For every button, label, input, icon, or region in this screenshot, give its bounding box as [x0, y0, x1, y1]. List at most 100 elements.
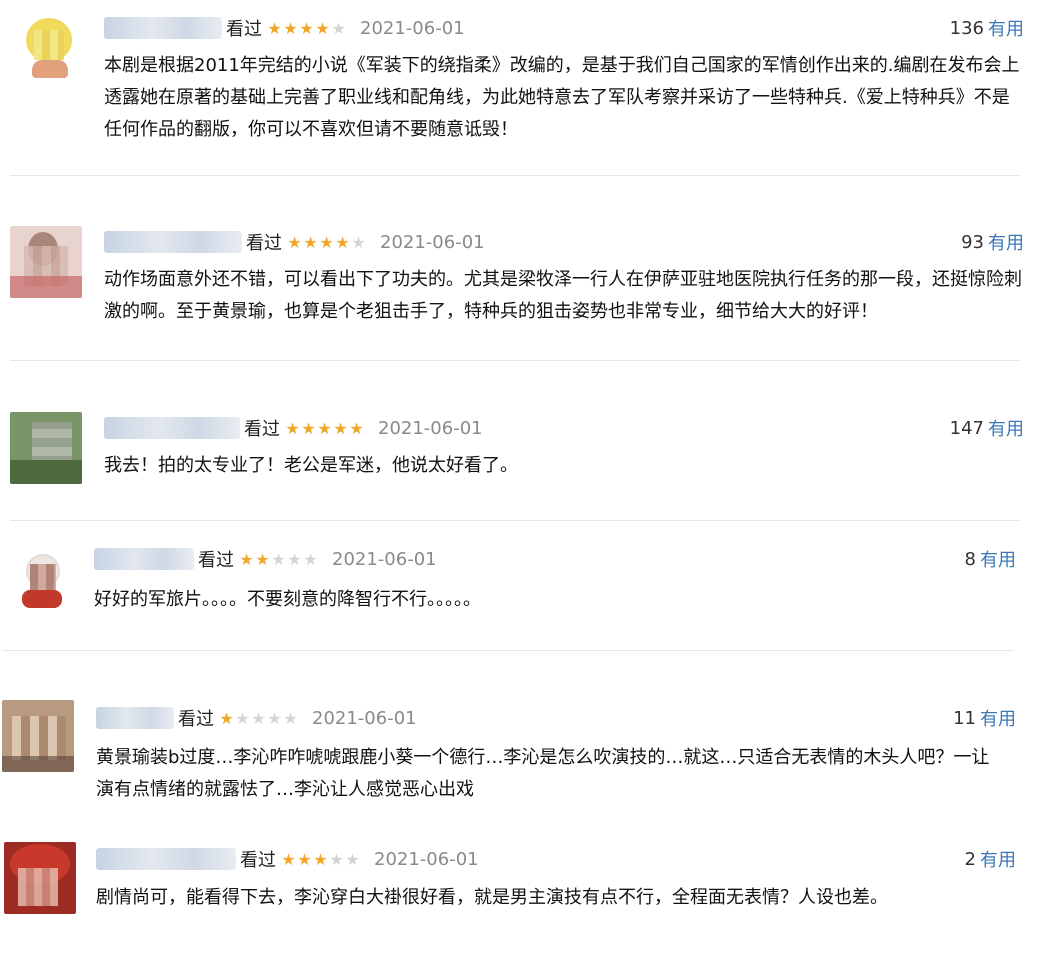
review-text: 好好的军旅片。。。。不要刻意的降智行不行。。。。。	[94, 589, 481, 610]
star-empty-icon: ★	[331, 18, 345, 38]
star-empty-icon: ★	[271, 549, 285, 569]
star-filled-icon: ★	[333, 418, 347, 438]
review-date: 2021-06-01	[332, 548, 437, 570]
star-empty-icon: ★	[303, 549, 317, 569]
star-empty-icon: ★	[251, 708, 265, 728]
star-filled-icon: ★	[319, 232, 333, 252]
avatar-body	[32, 60, 68, 78]
review-date: 2021-06-01	[360, 17, 465, 39]
review-text: 本剧是根据2011年完结的小说《军装下的绕指柔》改编的，是基于我们自己国家的军情…	[104, 55, 1020, 140]
useful-vote[interactable]: 11 有用	[953, 704, 1016, 732]
useful-vote[interactable]: 2 有用	[965, 845, 1016, 873]
avatar[interactable]	[4, 842, 76, 914]
useful-button[interactable]: 有用	[988, 15, 1024, 41]
username-blurred[interactable]	[104, 17, 222, 39]
review-meta: 看过 ★ ★ ★ ★ ★ 2021-06-01	[96, 704, 417, 732]
star-filled-icon: ★	[315, 18, 329, 38]
star-empty-icon: ★	[329, 849, 343, 869]
avatar[interactable]	[18, 12, 80, 80]
star-filled-icon: ★	[239, 549, 253, 569]
rating-stars: ★ ★ ★ ★ ★	[266, 19, 346, 38]
useful-count: 2	[964, 848, 976, 870]
review-date: 2021-06-01	[378, 417, 483, 439]
watched-label: 看过	[178, 709, 214, 730]
username-blurred[interactable]	[96, 848, 236, 870]
star-filled-icon: ★	[255, 549, 269, 569]
star-filled-icon: ★	[349, 418, 363, 438]
review-meta: 看过 ★ ★ ★ ★ ★ 2021-06-01	[96, 845, 479, 873]
star-empty-icon: ★	[283, 708, 297, 728]
useful-count: 147	[949, 417, 984, 439]
review-text: 黄景瑜装b过度…李沁咋咋唬唬跟鹿小葵一个德行…李沁是怎么吹演技的…就这…只适合无…	[96, 747, 990, 800]
watched-label: 看过	[244, 419, 280, 440]
star-filled-icon: ★	[301, 418, 315, 438]
useful-count: 136	[949, 17, 984, 39]
review-meta: 看过 ★ ★ ★ ★ ★ 2021-06-01	[94, 545, 437, 573]
watched-label: 看过	[226, 19, 262, 40]
avatar[interactable]	[10, 226, 82, 298]
useful-button[interactable]: 有用	[988, 229, 1024, 255]
review-text: 动作场面意外还不错，可以看出下了功夫的。尤其是梁牧泽一行人在伊萨亚驻地医院执行任…	[104, 269, 1022, 322]
star-filled-icon: ★	[299, 18, 313, 38]
review-date: 2021-06-01	[312, 707, 417, 729]
useful-button[interactable]: 有用	[980, 705, 1016, 731]
useful-vote[interactable]: 93 有用	[961, 228, 1024, 256]
useful-button[interactable]: 有用	[980, 546, 1016, 572]
star-filled-icon: ★	[267, 18, 281, 38]
review-meta: 看过 ★ ★ ★ ★ ★ 2021-06-01	[104, 14, 465, 42]
star-filled-icon: ★	[285, 418, 299, 438]
avatar[interactable]	[10, 412, 82, 484]
useful-count: 93	[961, 231, 984, 253]
watched-label: 看过	[246, 233, 282, 254]
star-empty-icon: ★	[235, 708, 249, 728]
avatar[interactable]	[12, 548, 72, 612]
star-filled-icon: ★	[219, 708, 233, 728]
divider	[10, 360, 1020, 361]
rating-stars: ★ ★ ★ ★ ★	[280, 850, 360, 869]
rating-stars: ★ ★ ★ ★ ★	[238, 550, 318, 569]
rating-stars: ★ ★ ★ ★ ★	[218, 709, 298, 728]
useful-button[interactable]: 有用	[980, 846, 1016, 872]
star-filled-icon: ★	[317, 418, 331, 438]
username-blurred[interactable]	[94, 548, 194, 570]
star-filled-icon: ★	[313, 849, 327, 869]
useful-button[interactable]: 有用	[988, 415, 1024, 441]
avatar-background	[10, 276, 82, 298]
star-filled-icon: ★	[335, 232, 349, 252]
star-empty-icon: ★	[267, 708, 281, 728]
avatar-shadow	[2, 756, 74, 772]
username-blurred[interactable]	[104, 417, 240, 439]
avatar-body	[22, 590, 62, 608]
star-filled-icon: ★	[283, 18, 297, 38]
watched-label: 看过	[240, 850, 276, 871]
review-date: 2021-06-01	[380, 231, 485, 253]
divider	[10, 520, 1020, 521]
review-text: 我去！拍的太专业了！老公是军迷，他说太好看了。	[104, 455, 518, 476]
star-filled-icon: ★	[303, 232, 317, 252]
star-filled-icon: ★	[287, 232, 301, 252]
avatar-pixelation	[12, 716, 66, 760]
useful-vote[interactable]: 8 有用	[965, 545, 1016, 573]
review-meta: 看过 ★ ★ ★ ★ ★ 2021-06-01	[104, 414, 483, 442]
avatar-ground	[10, 460, 82, 484]
star-filled-icon: ★	[297, 849, 311, 869]
divider	[2, 650, 1014, 651]
avatar[interactable]	[2, 700, 74, 772]
review-text: 剧情尚可，能看得下去，李沁穿白大褂很好看，就是男主演技有点不行，全程面无表情？人…	[96, 887, 888, 908]
star-empty-icon: ★	[351, 232, 365, 252]
avatar-pixelation	[18, 868, 58, 906]
review-meta: 看过 ★ ★ ★ ★ ★ 2021-06-01	[104, 228, 485, 256]
useful-vote[interactable]: 147 有用	[950, 414, 1024, 442]
username-blurred[interactable]	[96, 707, 174, 729]
watched-label: 看过	[198, 550, 234, 571]
rating-stars: ★ ★ ★ ★ ★	[286, 233, 366, 252]
useful-count: 8	[964, 548, 976, 570]
divider	[10, 175, 1020, 176]
useful-vote[interactable]: 136 有用	[950, 14, 1024, 42]
star-empty-icon: ★	[345, 849, 359, 869]
avatar-pixelation	[34, 30, 64, 60]
star-filled-icon: ★	[281, 849, 295, 869]
rating-stars: ★ ★ ★ ★ ★	[284, 419, 364, 438]
review-date: 2021-06-01	[374, 848, 479, 870]
username-blurred[interactable]	[104, 231, 242, 253]
